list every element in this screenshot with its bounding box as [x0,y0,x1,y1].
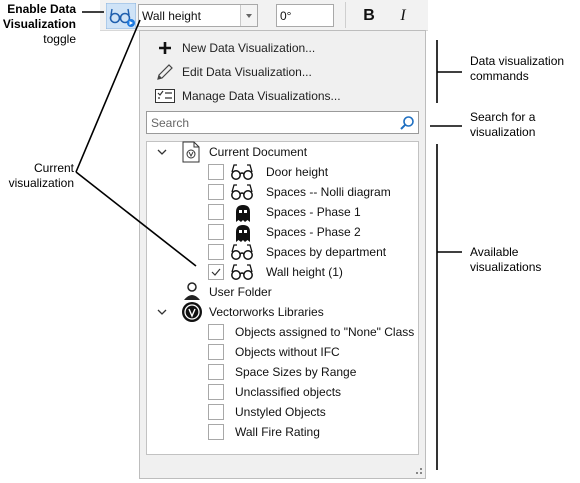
bold-button[interactable]: B [358,5,380,27]
new-data-visualization-command[interactable]: New Data Visualization... [155,38,315,58]
callout-search-line2: visualization [470,125,536,139]
library-visualization-checkbox[interactable] [208,364,224,380]
visualization-item-label[interactable]: Spaces -- Nolli diagram [266,182,391,202]
user-folder-icon [184,282,200,300]
callout-current-visualization: Current visualization [0,161,74,191]
expand-chevron-icon[interactable] [157,307,167,317]
glasses-icon [230,243,254,264]
visualization-item-label[interactable]: Door height [266,162,328,182]
library-visualization-label[interactable]: Unstyled Objects [235,402,326,422]
visualization-item-label[interactable]: Spaces - Phase 2 [266,222,361,242]
plus-icon [155,38,175,58]
library-visualization-label[interactable]: Wall Fire Rating [235,422,320,442]
callout-enable-line2: Visualization [2,17,76,31]
angle-value: 0° [280,9,292,23]
document-icon [182,141,200,163]
library-visualization-label[interactable]: Objects without IFC [235,342,340,362]
search-placeholder: Search [151,116,190,130]
angle-field[interactable]: 0° [276,4,334,27]
visualization-checkbox[interactable] [208,164,224,180]
toolbar-divider [345,2,346,28]
visualization-checkbox[interactable] [208,264,224,280]
callout-enable-line3: toggle [43,32,76,46]
visualization-checkbox[interactable] [208,224,224,240]
tree-group-vectorworks-libraries[interactable]: Vectorworks Libraries [209,302,324,322]
tree-group-user-folder[interactable]: User Folder [209,282,272,302]
visualization-checkbox[interactable] [208,204,224,220]
edit-data-visualization-label: Edit Data Visualization... [182,65,312,79]
italic-button[interactable]: I [392,5,414,27]
new-data-visualization-label: New Data Visualization... [182,41,316,55]
manage-list-icon [155,86,175,106]
callout-current-line1: Current [33,161,74,175]
edit-data-visualization-command[interactable]: Edit Data Visualization... [155,62,312,82]
glasses-icon [230,183,254,204]
visualization-search-input[interactable]: Search [146,111,419,134]
callout-commands: Data visualization commands [470,54,564,84]
visualization-item-label[interactable]: Wall height (1) [266,262,343,282]
callout-enable-toggle: Enable Data Visualization toggle [0,2,76,47]
callout-enable-line1: Enable Data [7,2,76,16]
current-visualization-value: Wall height [142,9,201,23]
callout-search-line1: Search for a [470,110,536,124]
vectorworks-logo-icon [182,302,202,322]
library-visualization-label[interactable]: Objects assigned to "None" Class [235,322,414,342]
manage-data-visualizations-command[interactable]: Manage Data Visualizations... [155,86,341,106]
callout-available-line1: Available [470,245,519,259]
tree-group-current-document[interactable]: Current Document [209,142,307,162]
callout-available: Available visualizations [470,245,541,275]
library-visualization-checkbox[interactable] [208,384,224,400]
visualization-item-label[interactable]: Spaces - Phase 1 [266,202,361,222]
library-visualization-label[interactable]: Unclassified objects [235,382,341,402]
library-visualization-checkbox[interactable] [208,324,224,340]
checkmark-icon [211,268,221,276]
search-icon[interactable] [399,115,415,131]
library-visualization-checkbox[interactable] [208,344,224,360]
chevron-down-icon[interactable] [240,5,257,26]
callout-commands-line1: Data visualization [470,54,565,68]
glasses-icon [230,163,254,184]
glasses-toggle-icon [105,2,137,30]
visualization-checkbox[interactable] [208,244,224,260]
pencil-icon [155,62,175,82]
glasses-icon [230,263,254,284]
enable-data-visualization-toggle[interactable] [105,2,137,30]
callout-current-line2: visualization [8,176,74,190]
library-visualization-label[interactable]: Space Sizes by Range [235,362,356,382]
callout-commands-line2: commands [470,69,529,83]
visualization-checkbox[interactable] [208,184,224,200]
callout-available-line2: visualizations [470,260,542,274]
library-visualization-checkbox[interactable] [208,424,224,440]
visualization-item-label[interactable]: Spaces by department [266,242,386,262]
resize-grip-icon[interactable] [415,467,423,475]
current-visualization-dropdown[interactable]: Wall height [138,4,258,27]
expand-chevron-icon[interactable] [157,147,167,157]
manage-data-visualizations-label: Manage Data Visualizations... [182,89,341,103]
library-visualization-checkbox[interactable] [208,404,224,420]
callout-search: Search for a visualization [470,110,535,140]
